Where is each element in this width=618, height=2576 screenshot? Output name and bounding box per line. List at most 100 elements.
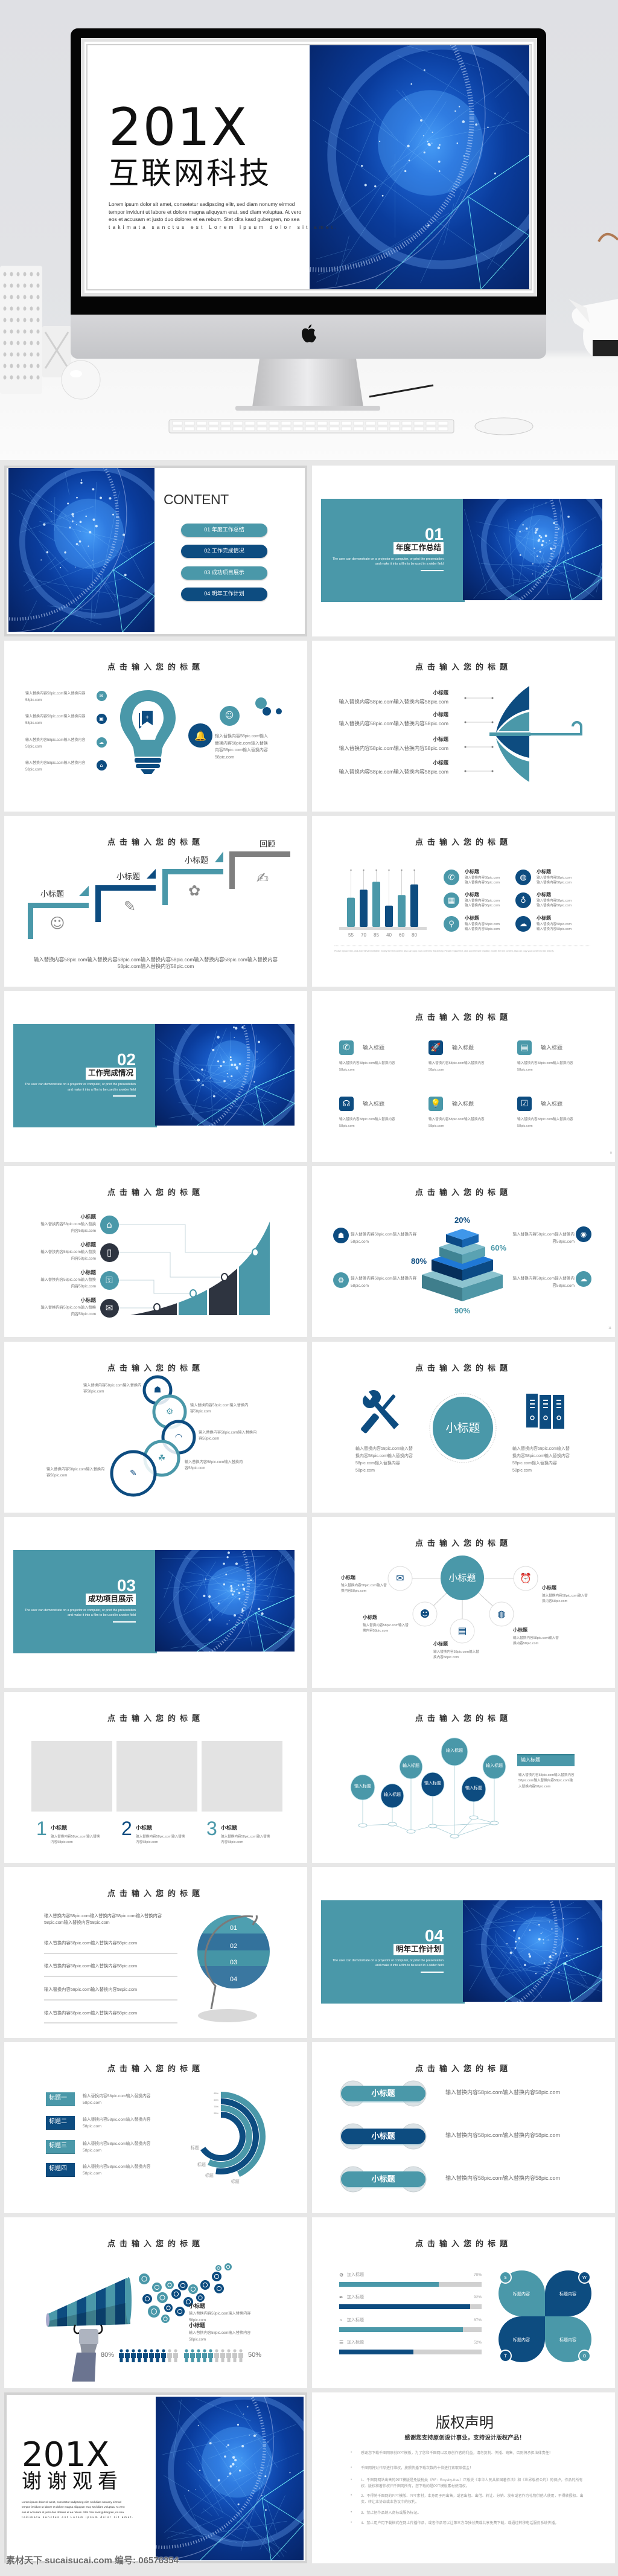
checkbox-icon: ☑ [517, 1097, 532, 1112]
slide-title: 点击输入您的标题 [107, 1888, 205, 1898]
globe-icon: ◍ [497, 1608, 506, 1620]
bullet-icon: • [351, 2511, 352, 2515]
copyright-subtitle: 感谢您支持原创设计事业，支持设计版权产品！ [404, 2435, 525, 2442]
people-percent-left: 80% [101, 2351, 115, 2359]
ball-decor [60, 359, 103, 402]
cover-lorem-line: eos et accusam et justo duo dolores et e… [109, 216, 300, 222]
slide: 点击输入您的标题 输入标题 输入标题 输入标题 输入标题 输入标题 输入标题 输入标题 输入标题… [312, 1691, 615, 1863]
arc-end-label: 标题 [197, 2163, 206, 2168]
section-underline [113, 1095, 136, 1097]
hub-item-text: 输入替换内容58pic.com输入替换内容58pic.com [513, 1636, 559, 1646]
curve-item-text: 输入替换内容58pic.com输入替换内容58pic.com [40, 1306, 96, 1317]
pill-label: 小标题 [371, 2174, 395, 2184]
content-item-3[interactable]: 03.成功项目展示 [181, 566, 267, 580]
bar-tick-label: 40 [386, 932, 392, 938]
balloon-label: 输入标题 [424, 1781, 441, 1786]
tools-right-text: 输入替换内容58pic.com输入替换内容58pic.com输入替换内容58pi… [512, 1446, 570, 1473]
pen-decor [368, 383, 435, 399]
umbrella-item-text: 输入替换内容58pic.com输入替换内容58pic.com [339, 699, 448, 705]
gear-icon: ⚙ [339, 2272, 344, 2278]
content-item-4[interactable]: 04.明年工作计划 [181, 588, 267, 601]
content-tech-image [8, 468, 154, 632]
arc-end-label: 标题 [205, 2174, 214, 2179]
content-item-1[interactable]: 01.年度工作总结 [181, 524, 267, 537]
section-label: 成功项目展示 [85, 1593, 136, 1606]
bar-guide-dot [401, 869, 403, 871]
umbrella-item-title: 小标题 [433, 690, 448, 696]
cover-tech-image [310, 45, 529, 289]
bar-guide-dot [413, 869, 415, 871]
section-description: The user can demonstrate on a projector … [332, 557, 444, 566]
content-item-2[interactable]: 02.工作完成情况 [181, 545, 267, 558]
watermark-text: 素材天下 sucaisucai.com 编号: 06576354 [6, 2555, 179, 2566]
pill-text: 输入替换内容58pic.com输入替换内容58pic.com [445, 2132, 561, 2138]
globe-item-text: 输入替换内容58pic.com输入替换内容58pic.com [44, 1986, 138, 1992]
chart-item-text: 输入替换内容58pic.com [465, 904, 500, 908]
grid-item-text: 输入替换内容58pic.com输入替换内容58pic.com [428, 1118, 485, 1129]
megaphone-item-title: 小标题 [189, 2322, 206, 2328]
chart-footer-text: Please replace text, click add relevant … [334, 950, 555, 953]
step-number: 3 [206, 1817, 217, 1839]
balloon-title-box: 输入标题 [517, 1754, 575, 1766]
bar-guide-dot [375, 869, 377, 871]
globe-icon: ◍ [515, 870, 531, 886]
slide: 点击输入您的标题 ✆ 输入标题 输入替换内容58pic.com输入替换内容58pic.… [312, 991, 615, 1162]
balloon-label: 输入标题 [465, 1786, 482, 1790]
image-item-text: 输入替换内容58pic.com输入替换内容58pic.com [51, 1834, 100, 1845]
section-number: 04 [424, 1926, 444, 1945]
pyramid-percent: 20% [454, 1216, 471, 1225]
arc-end-label: 标题 [190, 2145, 199, 2150]
calendar-icon: ▦ [444, 892, 459, 909]
tools-icon [361, 1389, 403, 1434]
arc-percent: 55% [214, 2112, 218, 2115]
slide: 版权声明 感谢您支持原创设计事业，支持设计版权产品！ • 感谢您下载千图网原创PPT模… [312, 2392, 615, 2564]
pyramid-percent: 60% [490, 1243, 507, 1253]
curve-item-title: 小标题 [80, 1214, 96, 1220]
swot-petal-label: 标题内容 [513, 2338, 530, 2342]
globe-segment-number: 04 [229, 1975, 238, 1983]
swot-petal-label: 标题内容 [559, 2338, 576, 2342]
pyramid-item-text: 输入替换内容58pic.com输入替换内容58pic.com [512, 1277, 575, 1288]
copyright-bullet: 千图网将对作品进行维权，按照传播下载次数的十倍进行索取赔偿金！ [361, 2467, 474, 2471]
bulb-item-text: 输入替换内容58pic.com输入替换内容58pic.com [25, 739, 86, 749]
bullet-icon: • [351, 2521, 352, 2525]
pyramid-percent: 80% [410, 1257, 427, 1266]
bar-tick-label: 55 [348, 932, 354, 938]
section-underline [421, 1971, 444, 1973]
grid-item-text: 输入替换内容58pic.com输入替换内容58pic.com [339, 1118, 395, 1129]
slide: 点击输入您的标题 小标题 输入替换内容58pic.com输入替换内容58pic.co… [4, 2217, 307, 2388]
slide-title: 点击输入您的标题 [415, 1013, 512, 1022]
content-heading: CONTENT [164, 492, 229, 507]
grid-item-title: 输入标题 [363, 1101, 385, 1107]
progress-label: 加入标题 [347, 2295, 364, 2299]
swot-letter-badge: W [578, 2271, 591, 2284]
pyramid-percent: 90% [454, 1306, 471, 1316]
stair-review-label: 回顾 [260, 839, 276, 849]
chart-item-title: 小标题 [537, 892, 551, 898]
bulb-icon: ♁ [515, 892, 531, 909]
curve-item-text: 输入替换内容58pic.com输入替换内容58pic.com [40, 1278, 96, 1289]
battery-icon: ▯ [100, 1243, 119, 1262]
bullet-icon: • [351, 2451, 352, 2455]
bulb-item-text: 输入替换内容58pic.com输入替换内容58pic.com [25, 761, 86, 772]
page-number: 11 [608, 1327, 612, 1331]
ring-item-text: 输入替换内容58pic.com输入替换内容58pic.com [199, 1430, 257, 1441]
pill-text: 输入替换内容58pic.com输入替换内容58pic.com [445, 2174, 561, 2181]
globe-item-text: 输入替换内容58pic.com输入替换内容58pic.com [44, 1962, 138, 1969]
chart-item-text: 输入替换内容58pic.com [465, 928, 500, 932]
slide: 201X 谢谢观看 Lorem ipsum dolor sit amet, cons… [4, 2392, 307, 2564]
bulb-side-text: 输入替换内容58pic.com输入替换内容58pic.com输入替换内容58pi… [215, 734, 268, 760]
stairs-bottom-text: 输入替换内容58pic.com输入替换内容58pic.com输入替换内容58pi… [34, 956, 278, 969]
thanks-lorem-line: takimata sanctus est Lorem ipsum dolor s… [22, 2516, 135, 2519]
globe-segment-number: 02 [229, 1942, 238, 1950]
bullet-icon: • [351, 2494, 352, 2498]
arc-end-label: 标题 [231, 2180, 240, 2185]
progress-percent: 70% [473, 2273, 482, 2277]
slide: 点击输入您的标题 1 小标题 输入替换内容58pic.com输入替换内容58pic.c… [4, 1691, 307, 1863]
hub-item-text: 输入替换内容58pic.com输入替换内容58pic.com [433, 1650, 479, 1660]
slide-title: 点击输入您的标题 [415, 2239, 512, 2248]
curve-item-text: 输入替换内容58pic.com输入替换内容58pic.com [40, 1250, 96, 1261]
slide: 04 明年工作计划 The user can demonstrate on a pr… [312, 1866, 615, 2038]
palette-icon: ✿ [188, 882, 201, 900]
thanks-year: 201X [22, 2435, 110, 2475]
